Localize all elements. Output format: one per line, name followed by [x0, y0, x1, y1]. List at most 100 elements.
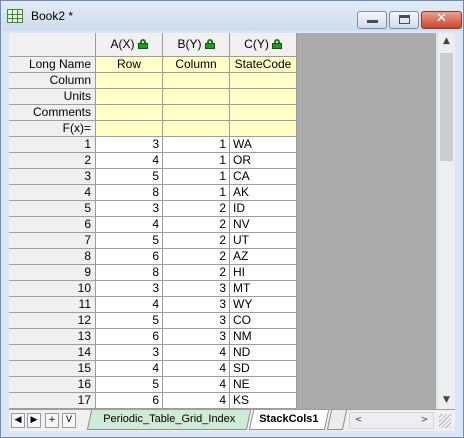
- grid-corner[interactable]: [9, 33, 96, 57]
- data-cell[interactable]: CO: [230, 313, 297, 329]
- row-header[interactable]: 10: [9, 281, 96, 297]
- scroll-up-icon[interactable]: ▲: [438, 33, 455, 50]
- label-row-header[interactable]: Units: [9, 89, 96, 105]
- column-header-a[interactable]: A(X): [96, 33, 163, 57]
- data-cell[interactable]: 1: [163, 169, 230, 185]
- data-cell[interactable]: OR: [230, 153, 297, 169]
- data-cell[interactable]: HI: [230, 265, 297, 281]
- column-header-b[interactable]: B(Y): [163, 33, 230, 57]
- data-cell[interactable]: 1: [163, 153, 230, 169]
- data-cell[interactable]: 5: [96, 313, 163, 329]
- data-cell[interactable]: 3: [163, 313, 230, 329]
- row-header[interactable]: 17: [9, 393, 96, 409]
- row-header[interactable]: 6: [9, 217, 96, 233]
- label-cell[interactable]: [96, 105, 163, 121]
- sheet-list-button[interactable]: V: [62, 413, 76, 428]
- row-header[interactable]: 4: [9, 185, 96, 201]
- next-sheet-button[interactable]: ▶: [27, 413, 41, 428]
- minimize-button[interactable]: [357, 11, 387, 29]
- label-cell[interactable]: [230, 73, 297, 89]
- data-cell[interactable]: 8: [96, 265, 163, 281]
- label-cell[interactable]: [96, 89, 163, 105]
- first-sheet-button[interactable]: ◀: [11, 413, 25, 428]
- data-cell[interactable]: 3: [96, 345, 163, 361]
- data-cell[interactable]: 2: [163, 249, 230, 265]
- data-cell[interactable]: 5: [96, 233, 163, 249]
- data-cell[interactable]: AZ: [230, 249, 297, 265]
- tab-stackcols1[interactable]: StackCols1: [248, 410, 330, 430]
- data-cell[interactable]: 6: [96, 393, 163, 409]
- label-cell[interactable]: [163, 73, 230, 89]
- vertical-scrollbar[interactable]: ▲ ▼: [437, 33, 455, 409]
- row-header[interactable]: 15: [9, 361, 96, 377]
- data-cell[interactable]: 3: [163, 329, 230, 345]
- close-button[interactable]: ✕: [421, 11, 462, 29]
- label-row-header[interactable]: Column: [9, 73, 96, 89]
- data-cell[interactable]: ND: [230, 345, 297, 361]
- data-cell[interactable]: SD: [230, 361, 297, 377]
- data-cell[interactable]: ID: [230, 201, 297, 217]
- horizontal-scrollbar[interactable]: < >: [349, 412, 434, 429]
- data-cell[interactable]: 4: [96, 361, 163, 377]
- tab-periodic-table-grid-index[interactable]: Periodic_Table_Grid_Index: [86, 410, 252, 430]
- data-cell[interactable]: 4: [163, 361, 230, 377]
- data-cell[interactable]: 2: [163, 217, 230, 233]
- resize-grip[interactable]: [439, 414, 451, 428]
- data-cell[interactable]: 3: [163, 297, 230, 313]
- label-cell[interactable]: [163, 89, 230, 105]
- data-cell[interactable]: WA: [230, 137, 297, 153]
- row-header[interactable]: 1: [9, 137, 96, 153]
- label-row-header[interactable]: Long Name: [9, 57, 96, 73]
- row-header[interactable]: 13: [9, 329, 96, 345]
- data-cell[interactable]: 3: [163, 281, 230, 297]
- label-row-header[interactable]: F(x)=: [9, 121, 96, 137]
- label-cell[interactable]: [230, 105, 297, 121]
- data-cell[interactable]: CA: [230, 169, 297, 185]
- label-row-header[interactable]: Comments: [9, 105, 96, 121]
- data-cell[interactable]: WY: [230, 297, 297, 313]
- scroll-thumb[interactable]: [440, 53, 453, 161]
- data-cell[interactable]: 3: [96, 281, 163, 297]
- data-cell[interactable]: 5: [96, 377, 163, 393]
- data-cell[interactable]: NV: [230, 217, 297, 233]
- label-cell[interactable]: [96, 73, 163, 89]
- data-cell[interactable]: 2: [163, 265, 230, 281]
- data-cell[interactable]: 4: [163, 377, 230, 393]
- data-cell[interactable]: 5: [96, 169, 163, 185]
- label-cell[interactable]: [230, 121, 297, 137]
- data-cell[interactable]: 4: [96, 297, 163, 313]
- label-cell[interactable]: [163, 105, 230, 121]
- row-header[interactable]: 8: [9, 249, 96, 265]
- data-cell[interactable]: NM: [230, 329, 297, 345]
- scroll-left-icon[interactable]: <: [350, 412, 367, 429]
- add-sheet-button[interactable]: +: [45, 413, 59, 428]
- title-bar[interactable]: Book2 * ✕: [1, 1, 463, 31]
- column-header-c[interactable]: C(Y): [230, 33, 297, 57]
- label-cell[interactable]: StateCode: [230, 57, 297, 73]
- row-header[interactable]: 5: [9, 201, 96, 217]
- label-cell[interactable]: [96, 121, 163, 137]
- data-cell[interactable]: 4: [96, 153, 163, 169]
- data-cell[interactable]: 3: [96, 201, 163, 217]
- data-cell[interactable]: 8: [96, 185, 163, 201]
- data-cell[interactable]: 6: [96, 249, 163, 265]
- data-cell[interactable]: 2: [163, 233, 230, 249]
- data-cell[interactable]: AK: [230, 185, 297, 201]
- data-cell[interactable]: 2: [163, 201, 230, 217]
- data-cell[interactable]: 6: [96, 329, 163, 345]
- worksheet-grid[interactable]: A(X) B(Y) C(Y) Long Name Row Column StateCode C…: [9, 33, 436, 409]
- row-header[interactable]: 3: [9, 169, 96, 185]
- label-cell[interactable]: Column: [163, 57, 230, 73]
- scroll-down-icon[interactable]: ▼: [438, 392, 455, 409]
- scroll-right-icon[interactable]: >: [416, 412, 433, 429]
- data-cell[interactable]: 4: [163, 345, 230, 361]
- row-header[interactable]: 9: [9, 265, 96, 281]
- data-cell[interactable]: 4: [96, 217, 163, 233]
- row-header[interactable]: 7: [9, 233, 96, 249]
- data-cell[interactable]: 1: [163, 137, 230, 153]
- row-header[interactable]: 12: [9, 313, 96, 329]
- row-header[interactable]: 11: [9, 297, 96, 313]
- data-cell[interactable]: 4: [163, 393, 230, 409]
- maximize-button[interactable]: [389, 11, 419, 29]
- label-cell[interactable]: Row: [96, 57, 163, 73]
